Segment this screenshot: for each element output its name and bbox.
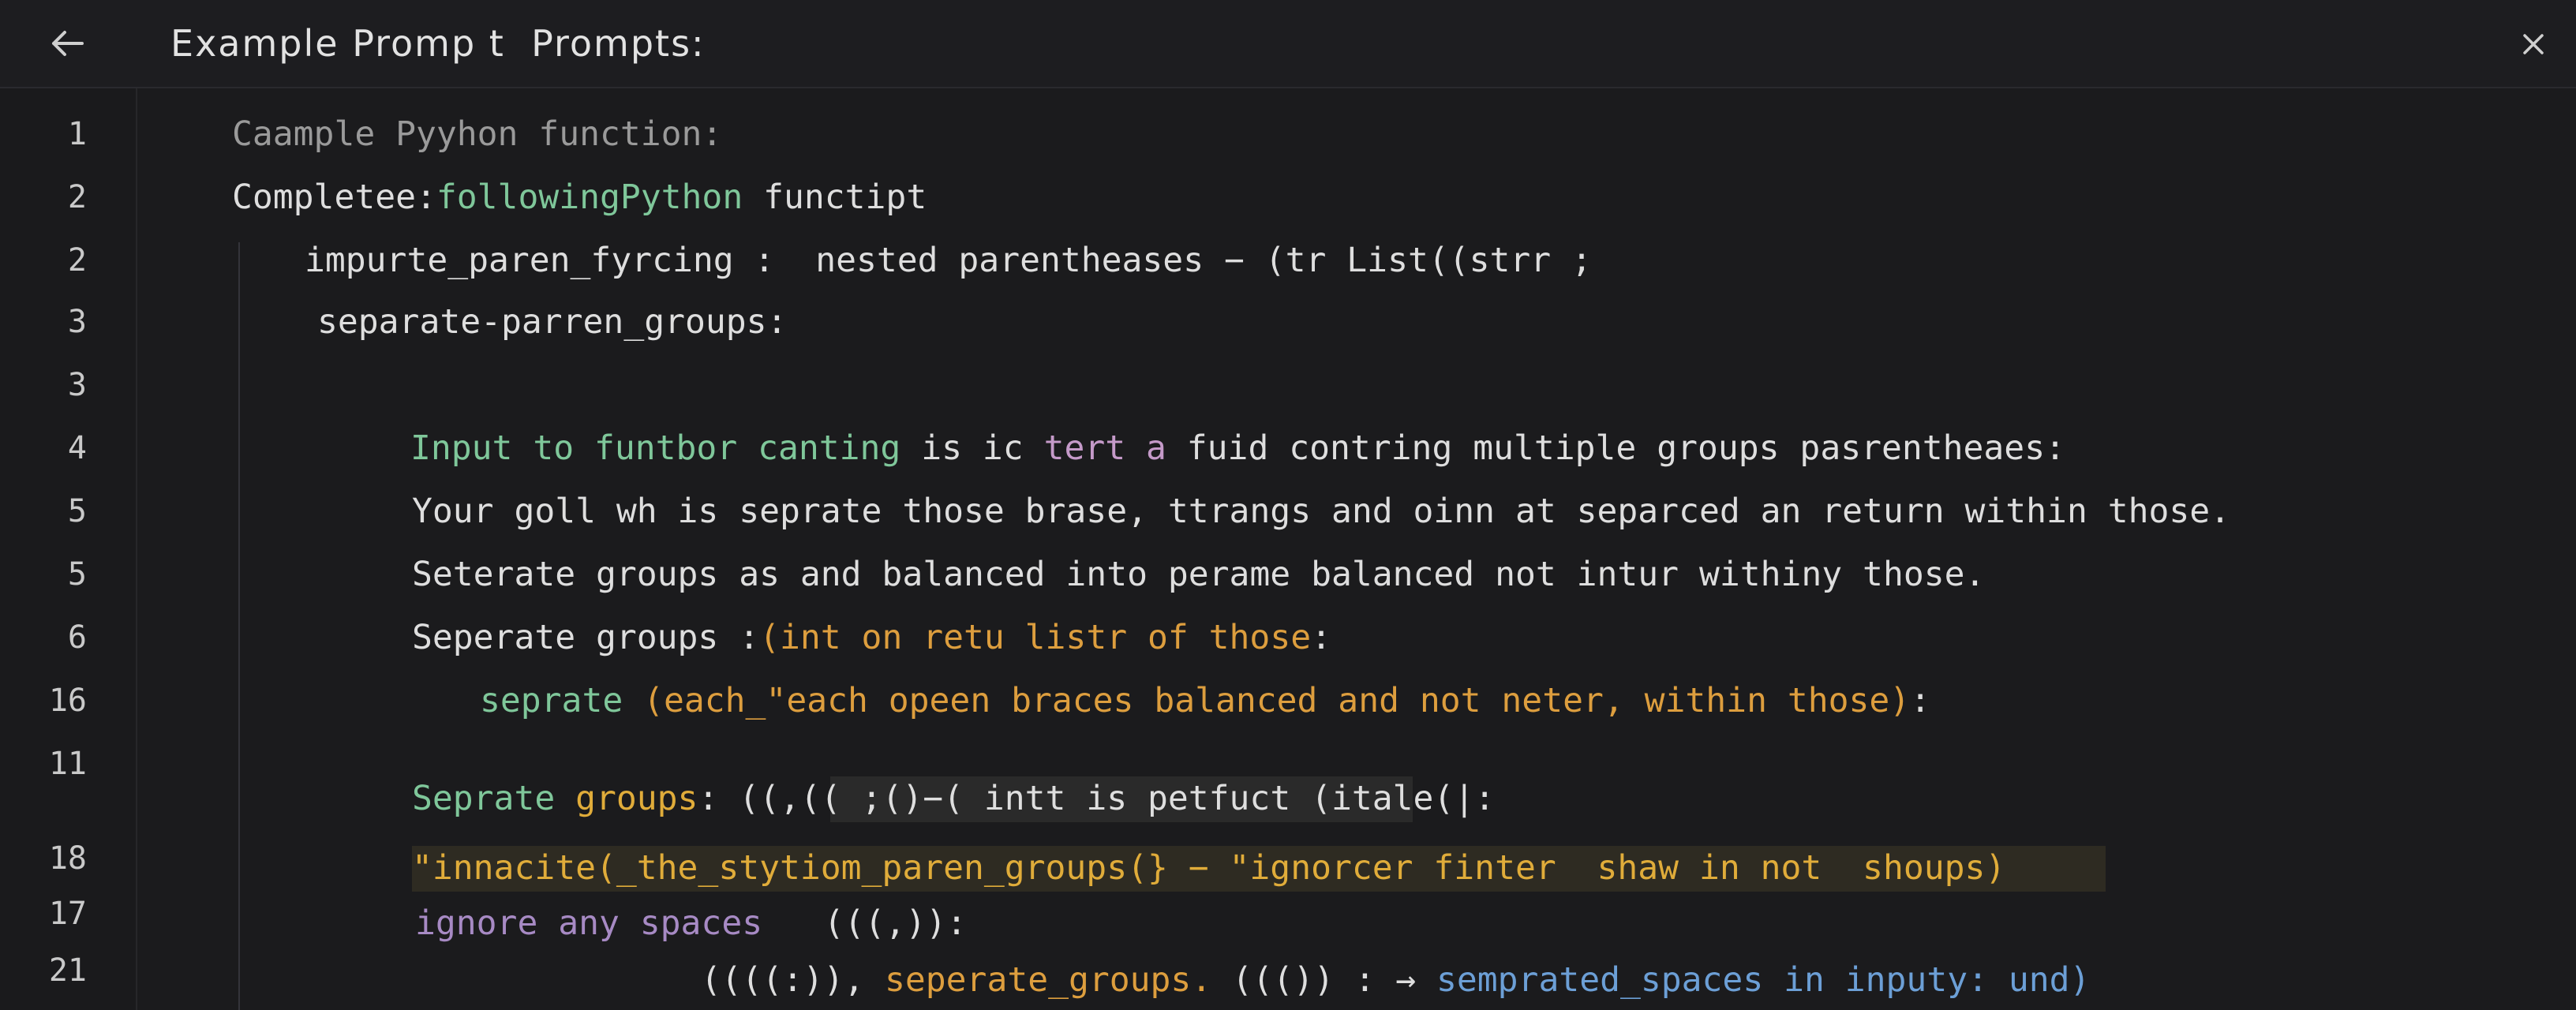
code-line: ignore any spaces (((,)): xyxy=(415,901,967,945)
line-number: 2 xyxy=(67,179,87,215)
code-token: Input to funtbor canting xyxy=(410,428,922,468)
code-token: : ((,(( ;()−( intt is petfuct (itale(|: xyxy=(698,779,1496,818)
line-number: 16 xyxy=(48,683,87,719)
page-title: Example Promp t Prompts: xyxy=(170,22,706,65)
code-line: Seprate groups: ((,(( ;()−( intt is petf… xyxy=(412,776,1495,821)
code-token: Completee: xyxy=(232,178,436,217)
title-bar: Example Promp t Prompts: xyxy=(0,0,2576,88)
code-line: Your goll wh is seprate those brase, ttr… xyxy=(412,489,2230,533)
line-number: 17 xyxy=(48,896,87,932)
line-number: 21 xyxy=(48,952,87,989)
line-number-gutter: 1 2 2 3 3 4 5 5 6 16 11 18 17 21 xyxy=(0,88,137,1010)
code-editor[interactable]: Caample Pyyhon function: Completee:follo… xyxy=(137,88,2576,1010)
line-number: 18 xyxy=(48,840,87,877)
code-token: tert a xyxy=(1043,428,1187,468)
code-token: Seterate groups as and balanced into per… xyxy=(412,555,1986,594)
code-token: followingPython xyxy=(436,178,743,217)
code-token: ((((:)), xyxy=(701,960,885,1000)
line-number: 2 xyxy=(67,242,87,279)
code-token: : xyxy=(1910,681,1931,720)
line-number: 3 xyxy=(67,304,87,340)
code-line: Seperate groups :(int on retu listr of t… xyxy=(412,615,1331,660)
line-number: 4 xyxy=(67,430,87,466)
code-token: seperate_groups. xyxy=(885,960,1233,1000)
line-number: 5 xyxy=(67,493,87,529)
code-line: "innacite(_the_stytiom_paren_groups(} − … xyxy=(412,846,2005,890)
line-number: 1 xyxy=(67,116,87,152)
code-token: semprated_spaces in inputy: und) xyxy=(1436,960,2091,1000)
code-token: is ic xyxy=(921,428,1044,468)
code-token: fuid contring multiple groups pasrenthea… xyxy=(1186,428,2065,468)
code-token: (int on retu listr of those xyxy=(759,618,1312,657)
code-token: : xyxy=(1311,618,1331,657)
code-line: Caample Pyyhon function: xyxy=(232,112,722,156)
code-line: seprate (each_"each opeen braces balance… xyxy=(480,679,1930,723)
code-token: separate-parren_groups: xyxy=(317,302,788,342)
arrow-left-icon xyxy=(52,31,84,56)
code-token: "innacite(_the_stytiom_paren_groups(} − … xyxy=(412,848,2006,888)
indent-guide xyxy=(238,242,240,1010)
code-line: Seterate groups as and balanced into per… xyxy=(412,552,1985,597)
code-line: impurte_paren_fyrcing : nested parenthea… xyxy=(305,238,1592,282)
back-button[interactable] xyxy=(0,0,134,87)
code-line: ((((:)), seperate_groups. ((()) : → semp… xyxy=(701,958,2090,1002)
code-line: Completee:followingPython functipt xyxy=(232,175,927,219)
code-token: Caample Pyyhon function: xyxy=(232,114,723,154)
code-token: impurte_paren_fyrcing : nested parenthea… xyxy=(305,241,1592,280)
line-number: 6 xyxy=(67,619,87,656)
line-number: 3 xyxy=(67,367,87,403)
close-button[interactable] xyxy=(2510,21,2557,68)
close-icon xyxy=(2523,34,2544,54)
code-token: Seperate groups : xyxy=(412,618,760,657)
code-token: functipt xyxy=(743,178,927,217)
code-token: Your goll wh is seprate those brase, ttr… xyxy=(412,492,2231,531)
code-line: Input to funtbor canting is ic tert a fu… xyxy=(410,426,2065,470)
code-token: (((,)): xyxy=(783,903,967,943)
code-token: ((()) : → xyxy=(1232,960,1436,1000)
line-number: 11 xyxy=(48,746,87,782)
line-number: 5 xyxy=(67,556,87,593)
code-token: Seprate xyxy=(412,779,576,818)
code-token: ignore any spaces xyxy=(415,903,783,943)
code-token: groups xyxy=(575,779,698,818)
code-token: seprate xyxy=(480,681,644,720)
code-line: separate-parren_groups: xyxy=(317,300,787,344)
code-token: (each_"each opeen braces balanced and no… xyxy=(643,681,1911,720)
